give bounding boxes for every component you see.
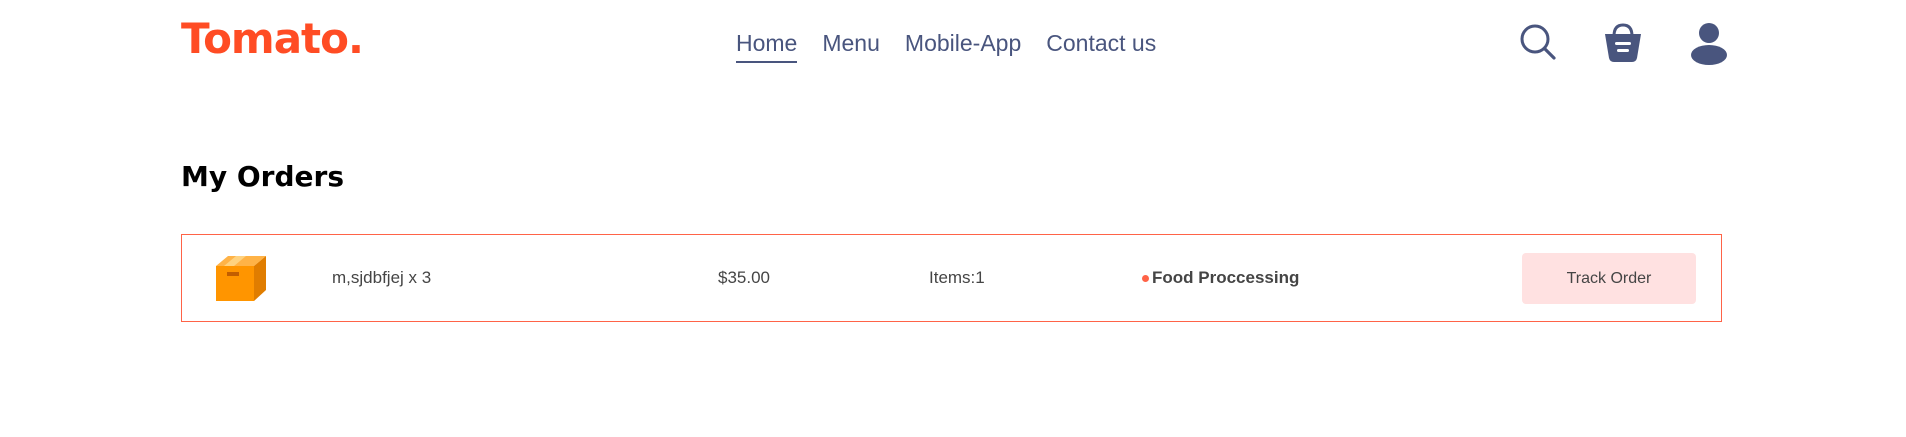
search-icon[interactable] <box>1518 22 1558 62</box>
page-title: My Orders <box>181 160 344 193</box>
track-order-button[interactable]: Track Order <box>1522 253 1696 304</box>
nav-item-home[interactable]: Home <box>736 30 798 63</box>
nav-item-menu[interactable]: Menu <box>822 30 880 63</box>
order-amount: $35.00 <box>718 268 770 287</box>
navbar: Tomato. Home Menu Mobile-App Contact us <box>0 0 1906 90</box>
order-status: Food Proccessing <box>1142 268 1299 288</box>
basket-icon[interactable] <box>1603 22 1643 64</box>
nav-item-contact-us[interactable]: Contact us <box>1046 30 1156 63</box>
nav-menu: Home Menu Mobile-App Contact us <box>736 30 1156 63</box>
order-row: m,sjdbfjej x 3 $35.00 Items:1 Food Procc… <box>181 234 1722 322</box>
order-items: m,sjdbfjej x 3 <box>332 268 432 287</box>
nav-item-mobile-app[interactable]: Mobile-App <box>905 30 1021 63</box>
order-status-label: Food Proccessing <box>1152 268 1300 287</box>
logo[interactable]: Tomato. <box>181 14 364 63</box>
profile-icon[interactable] <box>1689 22 1729 66</box>
parcel-icon <box>216 256 266 301</box>
order-items-count: Items:1 <box>929 268 985 287</box>
nav-icons <box>1518 22 1728 72</box>
status-dot <box>1142 274 1149 282</box>
